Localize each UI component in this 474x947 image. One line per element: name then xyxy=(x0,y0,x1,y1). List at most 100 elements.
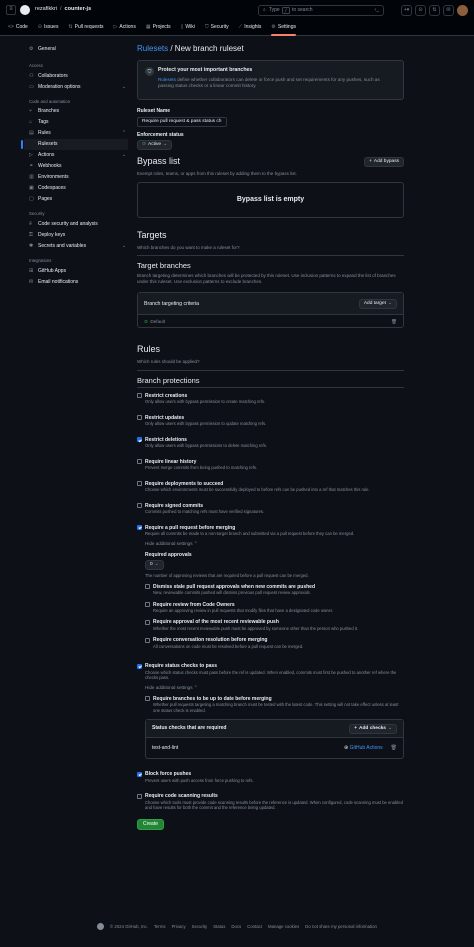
chevron-up-icon: ⌃ xyxy=(193,684,198,690)
rule-checkbox[interactable] xyxy=(145,584,150,590)
sidebar-item-rulesets[interactable]: Rulesets xyxy=(21,139,128,151)
gear-icon: ⚙ xyxy=(29,46,34,53)
sidebar-item-branches[interactable]: ⑂ Branches xyxy=(24,106,128,117)
owner-link[interactable]: rezafikkri xyxy=(35,6,57,12)
footer-link-privacy[interactable]: Privacy xyxy=(172,924,186,930)
check-circle-icon: ⊙ xyxy=(144,318,148,324)
tab-insights[interactable]: ⟋ Insights xyxy=(239,20,262,36)
sidebar-item-environments[interactable]: ▥ Environments xyxy=(24,172,128,183)
sidebar-item-collaborators[interactable]: ⚇ Collaborators xyxy=(24,71,128,82)
rule-signed-commits: Require signed commits Commits pushed to … xyxy=(137,503,404,515)
branch-targeting-box: Branch targeting criteria Add target ⌄ ⊙ D… xyxy=(137,292,404,329)
sidebar-item-rules[interactable]: ▤ Rules ⌃ xyxy=(24,128,128,139)
add-bypass-button[interactable]: + Add bypass xyxy=(364,157,404,168)
tab-settings[interactable]: ⚙ Settings xyxy=(271,20,296,36)
rule-checkbox[interactable] xyxy=(137,459,142,465)
chevron-down-icon: ⌄ xyxy=(387,725,392,731)
bypass-list-empty: Bypass list is empty xyxy=(137,181,404,218)
add-checks-button[interactable]: + Add checks ⌄ xyxy=(349,723,397,734)
rule-checkbox[interactable] xyxy=(137,525,142,531)
github-logo-icon xyxy=(97,923,105,930)
footer-link-terms[interactable]: Terms xyxy=(154,924,166,930)
sidebar-item-code-security[interactable]: ⌾ Code security and analysis xyxy=(24,219,128,230)
repo-tabs: <> Code ⊙ Issues ⇅ Pull requests ▷ Actions ▦… xyxy=(0,20,474,36)
menu-icon[interactable]: ≡ xyxy=(6,5,16,15)
codespaces-icon: ▣ xyxy=(29,185,34,192)
sidebar-item-general[interactable]: ⚙ General xyxy=(24,44,128,55)
asterisk-icon: ✱ xyxy=(29,242,34,249)
hide-settings-toggle[interactable]: Hide additional settings ⌃ xyxy=(145,685,404,691)
hide-settings-toggle[interactable]: Hide additional settings ⌃ xyxy=(145,541,404,547)
create-new-icon[interactable]: +▾ xyxy=(401,5,412,16)
footer-link-privacy-choice[interactable]: Do not share my personal information xyxy=(305,924,377,930)
rule-checkbox[interactable] xyxy=(145,696,150,702)
footer-link-docs[interactable]: Docs xyxy=(231,924,241,930)
sidebar-item-actions[interactable]: ▷ Actions ⌄ xyxy=(24,150,128,161)
rule-checkbox[interactable] xyxy=(145,619,150,625)
shield-lock-icon: ⛉ xyxy=(145,67,154,77)
tab-pull-requests[interactable]: ⇅ Pull requests xyxy=(68,20,103,36)
tab-projects[interactable]: ▦ Projects xyxy=(146,20,171,36)
github-actions-icon: ⊛ xyxy=(343,744,349,751)
ruleset-name-input[interactable]: Require pull request & pass status ch xyxy=(137,116,227,127)
rule-checkbox[interactable] xyxy=(145,602,150,607)
plus-icon: + xyxy=(354,725,358,731)
rule-checkbox[interactable] xyxy=(137,481,142,487)
chevron-down-icon: ⌄ xyxy=(121,152,126,159)
rule-checkbox[interactable] xyxy=(137,393,142,399)
target-branches-title: Target branches xyxy=(137,261,191,271)
enforcement-status-select[interactable]: ⊙ Active ⌄ xyxy=(137,140,173,151)
command-palette-icon[interactable]: ›_ xyxy=(375,7,379,14)
footer-link-security[interactable]: Security xyxy=(192,924,208,930)
rule-restrict-creations: Restrict creations Only allow users with … xyxy=(137,393,404,405)
chevron-down-icon: ⌄ xyxy=(387,300,392,306)
sidebar-item-deploy-keys[interactable]: ⚿ Deploy keys xyxy=(24,230,128,241)
server-icon: ▥ xyxy=(29,174,34,181)
sidebar-item-pages[interactable]: ▢ Pages xyxy=(24,194,128,205)
rule-checkbox[interactable] xyxy=(137,503,142,509)
apps-icon: ⊞ xyxy=(29,267,34,274)
rule-checkbox[interactable] xyxy=(137,415,142,421)
rulesets-doc-link[interactable]: Rulesets xyxy=(158,77,176,82)
sidebar-item-github-apps[interactable]: ⊞ GitHub Apps xyxy=(24,265,128,276)
tab-code[interactable]: <> Code xyxy=(8,20,28,36)
tab-security[interactable]: ⛉ Security xyxy=(205,20,229,36)
issue-icon: ⊙ xyxy=(37,24,42,31)
github-logo-icon[interactable] xyxy=(20,5,30,15)
tab-actions[interactable]: ▷ Actions xyxy=(114,20,136,36)
sidebar-item-codespaces[interactable]: ▣ Codespaces xyxy=(24,183,128,194)
trash-icon[interactable]: 🗑 xyxy=(391,319,397,325)
branch-icon: ⑂ xyxy=(29,108,33,115)
create-button[interactable]: Create xyxy=(137,818,165,830)
rule-checkbox[interactable] xyxy=(137,771,142,777)
status-checks-box: Status checks that are required + Add chec… xyxy=(145,719,404,760)
rule-checkbox[interactable] xyxy=(145,637,150,643)
rule-checkbox[interactable] xyxy=(137,437,142,443)
breadcrumb: rezafikkri / counter-js xyxy=(35,6,92,13)
sidebar-item-tags[interactable]: ⌂ Tags xyxy=(24,117,128,128)
issues-icon[interactable]: ⊙ xyxy=(415,5,426,16)
table-icon: ▦ xyxy=(145,24,151,31)
pull-requests-icon[interactable]: ⇅ xyxy=(429,5,440,16)
footer-link-contact[interactable]: Contact xyxy=(247,924,262,930)
sidebar-item-webhooks[interactable]: ⚭ Webhooks xyxy=(24,161,128,172)
repo-link[interactable]: counter-js xyxy=(65,6,92,12)
avatar[interactable] xyxy=(457,5,468,16)
notifications-icon[interactable]: ✉ xyxy=(443,5,454,16)
sidebar-item-email[interactable]: ✉ Email notifications xyxy=(24,276,128,287)
rule-checkbox[interactable] xyxy=(137,793,142,799)
codescan-icon: ⌾ xyxy=(29,220,33,227)
footer-link-status[interactable]: Status xyxy=(213,924,225,930)
tab-wiki[interactable]: ▯ Wiki xyxy=(181,20,195,36)
trash-icon[interactable]: 🗑 xyxy=(391,745,397,752)
tab-issues[interactable]: ⊙ Issues xyxy=(38,20,59,36)
sidebar-item-secrets[interactable]: ✱ Secrets and variables ⌄ xyxy=(24,241,128,252)
rulesets-link[interactable]: Rulesets xyxy=(137,44,168,53)
add-target-button[interactable]: Add target ⌄ xyxy=(358,298,397,309)
rule-restrict-updates: Restrict updates Only allow users with by… xyxy=(137,415,404,427)
required-approvals-select[interactable]: 0 ⌄ xyxy=(145,560,164,571)
footer-link-cookies[interactable]: Manage cookies xyxy=(268,924,299,930)
rule-checkbox[interactable] xyxy=(137,663,142,669)
sidebar-item-moderation[interactable]: ▭ Moderation options ⌄ xyxy=(24,82,128,93)
search-input[interactable]: ⌕ Type / to search ›_ xyxy=(258,5,384,16)
